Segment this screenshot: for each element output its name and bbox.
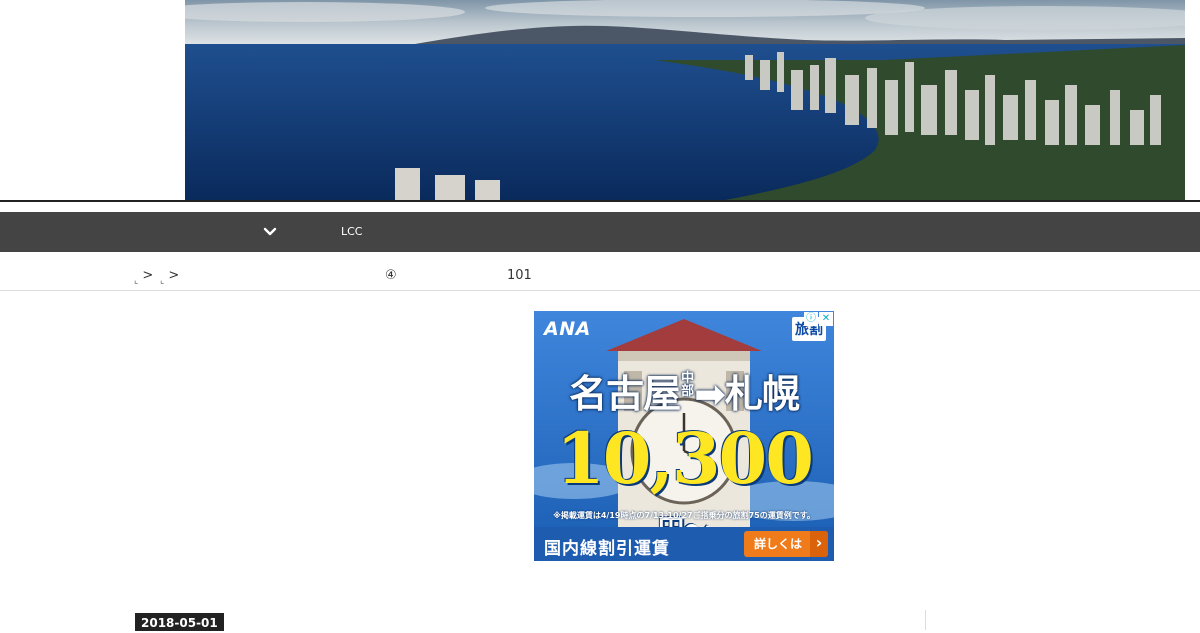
ad-route-to: 札幌: [724, 371, 800, 416]
ad-fine-print: ※掲載運賃は4/19時点の7/13-10/27ご搭乗分の旅割75の運賃例です。: [553, 511, 815, 520]
ad-route: 名古屋中部➡札幌: [534, 363, 834, 418]
chevron-down-icon[interactable]: [262, 224, 278, 240]
ad-footer-label: 国内線割引運賃: [544, 539, 670, 559]
header-divider: [0, 200, 1200, 202]
breadcrumb-marker-icon: ⌞: [160, 276, 165, 286]
close-icon[interactable]: ✕: [819, 312, 833, 326]
breadcrumb-separator: >: [168, 268, 180, 283]
breadcrumb-marker-icon: ⌞: [134, 276, 139, 286]
sidebar-divider: [925, 610, 926, 630]
hero-illustration: [185, 0, 1185, 200]
main-nav-bar: [0, 212, 1200, 252]
breadcrumb: ⌞ > ⌞ > ④ 101: [0, 262, 1200, 291]
breadcrumb-category-link[interactable]: ⌞ >: [160, 267, 179, 290]
post-date-badge: 2018-05-01: [135, 613, 224, 631]
arrow-right-icon: ➡: [694, 372, 726, 416]
breadcrumb-separator: >: [142, 268, 154, 283]
ad-banner[interactable]: ANA 旅割 名古屋中部➡札幌 10,300円〜 ※掲載運賃は4/19時点の7/…: [534, 311, 834, 561]
ad-footer: 国内線割引運賃 詳しくは: [534, 527, 834, 561]
breadcrumb-item: ④: [385, 268, 397, 283]
info-icon[interactable]: ⓘ: [804, 312, 818, 326]
ad-choices-badge: ⓘ ✕: [804, 312, 833, 326]
ad-route-from-sub: 中部: [681, 371, 694, 399]
ad-price-value: 10,300: [556, 417, 814, 500]
nav-item-lcc[interactable]: LCC: [341, 224, 363, 240]
breadcrumb-item: 101: [507, 268, 532, 283]
ad-cta-button[interactable]: 詳しくは: [744, 531, 828, 557]
ad-route-from: 名古屋: [569, 371, 681, 416]
breadcrumb-home-link[interactable]: ⌞ >: [134, 267, 153, 290]
header-hero-image[interactable]: [185, 0, 1185, 200]
ad-brand-logo: ANA: [544, 318, 591, 340]
